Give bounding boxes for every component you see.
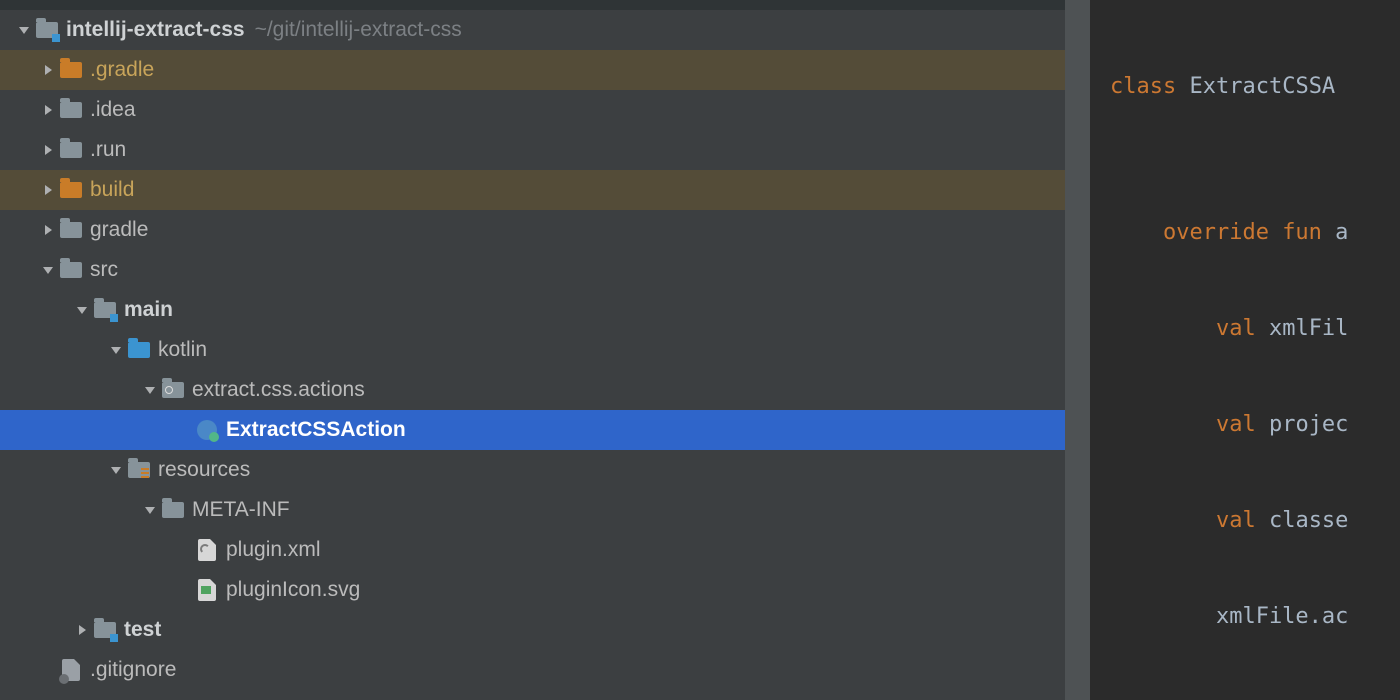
folder-icon: [60, 140, 82, 160]
chevron-right-icon[interactable]: [36, 225, 60, 235]
node-label: .run: [90, 138, 126, 162]
resources-folder-icon: [128, 460, 150, 480]
code-line: overri: [1090, 690, 1400, 700]
module-folder-icon: [94, 300, 116, 320]
node-label: .gitignore: [90, 658, 176, 682]
node-label: .gradle: [90, 58, 154, 82]
svg-file-icon: [196, 580, 218, 600]
folder-icon: [60, 220, 82, 240]
tree-node-gradle-dir[interactable]: gradle: [0, 210, 1065, 250]
node-label: ExtractCSSAction: [226, 418, 406, 442]
tree-node-metainf[interactable]: META-INF: [0, 490, 1065, 530]
panel-splitter[interactable]: [1065, 0, 1090, 700]
panel-topbar: [0, 0, 1065, 10]
node-label: src: [90, 258, 118, 282]
source-folder-icon: [128, 340, 150, 360]
tree-node-extractcssaction[interactable]: ExtractCSSAction: [0, 410, 1065, 450]
code-line: val classe: [1090, 498, 1400, 544]
node-label: .idea: [90, 98, 136, 122]
tree-node-pluginsvg[interactable]: pluginIcon.svg: [0, 570, 1065, 610]
node-label: test: [124, 618, 161, 642]
chevron-down-icon[interactable]: [104, 465, 128, 475]
code-editor[interactable]: class ExtractCSSA override fun a val xml…: [1090, 0, 1400, 700]
code-line: val projec: [1090, 402, 1400, 448]
chevron-down-icon[interactable]: [138, 385, 162, 395]
chevron-down-icon[interactable]: [138, 505, 162, 515]
chevron-right-icon[interactable]: [36, 105, 60, 115]
code-line: xmlFile.ac: [1090, 594, 1400, 640]
tree-node-src[interactable]: src: [0, 250, 1065, 290]
folder-icon: [60, 260, 82, 280]
tree-node-package[interactable]: extract.css.actions: [0, 370, 1065, 410]
tree-node-main[interactable]: main: [0, 290, 1065, 330]
gitignore-file-icon: [60, 660, 82, 680]
chevron-right-icon[interactable]: [36, 65, 60, 75]
node-label: plugin.xml: [226, 538, 321, 562]
chevron-right-icon[interactable]: [70, 625, 94, 635]
project-tree-panel[interactable]: intellij-extract-css ~/git/intellij-extr…: [0, 0, 1065, 700]
folder-icon: [60, 180, 82, 200]
tree-node-gitignore[interactable]: .gitignore: [0, 650, 1065, 690]
package-icon: [162, 380, 184, 400]
tree-node-resources[interactable]: resources: [0, 450, 1065, 490]
root-path: ~/git/intellij-extract-css: [255, 18, 462, 42]
kotlin-class-icon: [196, 420, 218, 440]
tree-node-gradle[interactable]: .gradle: [0, 50, 1065, 90]
code-line: val xmlFil: [1090, 306, 1400, 352]
root-name: intellij-extract-css: [66, 18, 245, 42]
node-label: gradle: [90, 218, 148, 242]
chevron-down-icon[interactable]: [104, 345, 128, 355]
module-folder-icon: [36, 20, 58, 40]
chevron-down-icon[interactable]: [70, 305, 94, 315]
tree-node-run[interactable]: .run: [0, 130, 1065, 170]
tree-node-pluginxml[interactable]: plugin.xml: [0, 530, 1065, 570]
module-folder-icon: [94, 620, 116, 640]
code-line: override fun a: [1090, 210, 1400, 256]
folder-icon: [162, 500, 184, 520]
chevron-right-icon[interactable]: [36, 145, 60, 155]
xml-file-icon: [196, 540, 218, 560]
tree-node-build[interactable]: build: [0, 170, 1065, 210]
node-label: build: [90, 178, 134, 202]
node-label: pluginIcon.svg: [226, 578, 360, 602]
tree-node-idea[interactable]: .idea: [0, 90, 1065, 130]
tree-root[interactable]: intellij-extract-css ~/git/intellij-extr…: [0, 10, 1065, 50]
tree-node-kotlin[interactable]: kotlin: [0, 330, 1065, 370]
chevron-right-icon[interactable]: [36, 185, 60, 195]
chevron-down-icon[interactable]: [36, 265, 60, 275]
folder-icon: [60, 60, 82, 80]
node-label: kotlin: [158, 338, 207, 362]
node-label: extract.css.actions: [192, 378, 365, 402]
chevron-down-icon[interactable]: [12, 25, 36, 35]
tree-node-test[interactable]: test: [0, 610, 1065, 650]
node-label: META-INF: [192, 498, 290, 522]
node-label: resources: [158, 458, 250, 482]
folder-icon: [60, 100, 82, 120]
node-label: main: [124, 298, 173, 322]
code-line: class ExtractCSSA: [1090, 64, 1400, 110]
